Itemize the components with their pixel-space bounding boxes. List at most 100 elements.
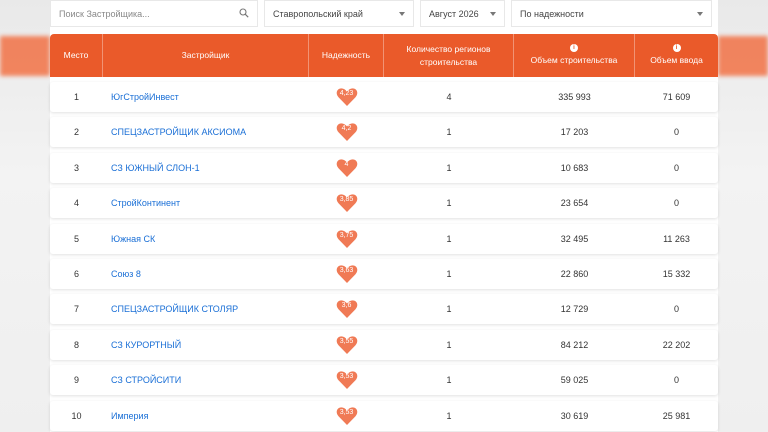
date-value: Август 2026 [429, 8, 479, 19]
header-place[interactable]: Место [50, 34, 103, 77]
table-row[interactable]: 4 СтройКонтинент 3,85 1 23 654 0 [50, 188, 718, 219]
search-input[interactable]: Поиск Застройщика... [50, 0, 258, 27]
row-commissioning-volume: 11 263 [663, 233, 690, 244]
header-commissioning-volume[interactable]: i Объем ввода [635, 34, 718, 77]
row-place: 8 [73, 339, 79, 350]
row-construction-volume: 335 993 [558, 92, 591, 102]
table-row[interactable]: 6 Союз 8 3,63 1 22 860 15 332 [50, 258, 718, 289]
chevron-down-icon [697, 12, 703, 16]
row-regions: 1 [446, 304, 452, 315]
date-select[interactable]: Август 2026 [420, 0, 505, 27]
row-place: 6 [73, 268, 79, 279]
row-commissioning-volume: 0 [673, 127, 679, 138]
developer-link[interactable]: Южная СК [103, 224, 309, 254]
heart-rating-icon: 3,85 [335, 192, 359, 214]
row-construction-volume: 59 025 [560, 375, 589, 386]
reliability-cell: 3,85 [309, 188, 384, 218]
row-place: 2 [73, 127, 79, 138]
developer-link[interactable]: СПЕЦЗАСТРОЙЩИК СТОЛЯР [103, 294, 309, 324]
row-regions: 1 [446, 127, 452, 138]
row-commissioning-volume: 0 [673, 162, 679, 173]
developer-link[interactable]: СЗ КУРОРТНЫЙ [103, 330, 309, 360]
reliability-cell: 4,23 [309, 82, 384, 112]
row-construction-volume: 12 729 [560, 304, 589, 315]
filter-bar: Поиск Застройщика... Ставропольский край… [50, 0, 718, 28]
sort-value: По надежности [520, 8, 584, 19]
row-construction-volume: 30 619 [560, 410, 589, 421]
rating-value: 4,23 [339, 90, 354, 97]
info-icon[interactable]: i [672, 44, 681, 53]
developer-link[interactable]: ЮгСтройИнвест [103, 82, 309, 112]
reliability-cell: 3,6 [309, 294, 384, 324]
row-construction-volume: 17 203 [560, 127, 589, 138]
rating-value: 3,75 [339, 231, 354, 239]
header-regions[interactable]: Количество регионов строительства [384, 34, 514, 77]
row-place: 5 [73, 233, 79, 244]
developer-link[interactable]: Союз 8 [103, 259, 309, 289]
region-value: Ставропольский край [273, 8, 363, 19]
row-regions: 1 [446, 268, 452, 279]
table-body: 1 ЮгСтройИнвест 4,23 4 335 993 71 609 2 … [50, 82, 718, 432]
reliability-cell: 4,2 [309, 117, 384, 147]
search-placeholder: Поиск Застройщика... [59, 8, 150, 19]
row-place: 7 [73, 304, 79, 315]
row-regions: 1 [446, 162, 452, 173]
developer-link[interactable]: СЗ СТРОЙСИТИ [103, 365, 309, 395]
reliability-cell: 3,53 [309, 401, 384, 431]
row-commissioning-volume: 0 [673, 198, 679, 209]
info-icon[interactable]: i [570, 44, 578, 53]
row-commissioning-volume: 25 981 [662, 410, 691, 421]
heart-rating-icon: 3,55 [335, 334, 359, 356]
row-commissioning-volume: 0 [673, 375, 679, 386]
header-construction-volume[interactable]: i Объем строительства [514, 34, 635, 77]
search-icon[interactable] [239, 8, 249, 18]
reliability-cell: 3,55 [309, 330, 384, 360]
heart-rating-icon: 3,53 [335, 405, 359, 427]
rating-value: 3,53 [339, 373, 354, 381]
table-row[interactable]: 9 СЗ СТРОЙСИТИ 3,53 1 59 025 0 [50, 365, 718, 396]
rating-value: 3,55 [339, 337, 354, 345]
table-row[interactable]: 10 Империя 3,53 1 30 619 25 981 [50, 400, 718, 431]
reliability-cell: 3,63 [309, 259, 384, 289]
table-row[interactable]: 2 СПЕЦЗАСТРОЙЩИК АКСИОМА 4,2 1 17 203 0 [50, 117, 718, 148]
row-regions: 4 [446, 92, 452, 102]
table-row[interactable]: 8 СЗ КУРОРТНЫЙ 3,55 1 84 212 22 202 [50, 329, 718, 360]
row-construction-volume: 23 654 [560, 198, 589, 209]
heart-rating-icon: 4 [335, 157, 359, 179]
header-edge-right [718, 36, 768, 76]
rating-value: 3,53 [339, 408, 354, 416]
table-row[interactable]: 7 СПЕЦЗАСТРОЙЩИК СТОЛЯР 3,6 1 12 729 0 [50, 294, 718, 325]
region-select[interactable]: Ставропольский край [264, 0, 414, 27]
row-commissioning-volume: 15 332 [662, 268, 691, 279]
developer-link[interactable]: Империя [103, 401, 309, 431]
reliability-cell: 4 [309, 153, 384, 183]
row-regions: 1 [446, 375, 452, 386]
table-row[interactable]: 1 ЮгСтройИнвест 4,23 4 335 993 71 609 [50, 82, 718, 112]
chevron-down-icon [490, 12, 496, 16]
row-regions: 1 [446, 233, 452, 244]
ranking-panel: Поиск Застройщика... Ставропольский край… [50, 0, 718, 432]
row-commissioning-volume: 22 202 [662, 339, 691, 350]
sort-select[interactable]: По надежности [511, 0, 712, 27]
developer-link[interactable]: СЗ ЮЖНЫЙ СЛОН-1 [103, 153, 309, 183]
header-reliability[interactable]: Надежность [309, 34, 384, 77]
table-row[interactable]: 5 Южная СК 3,75 1 32 495 11 263 [50, 223, 718, 254]
header-edge-left [0, 36, 50, 76]
row-place: 4 [73, 198, 79, 209]
rating-value: 3,63 [339, 266, 354, 274]
row-regions: 1 [446, 410, 452, 421]
developer-link[interactable]: СтройКонтинент [103, 188, 309, 218]
row-place: 3 [73, 162, 79, 173]
developer-link[interactable]: СПЕЦЗАСТРОЙЩИК АКСИОМА [103, 117, 309, 147]
chevron-down-icon [399, 12, 405, 16]
heart-rating-icon: 3,53 [335, 369, 359, 391]
heart-rating-icon: 4,23 [335, 86, 359, 108]
header-developer[interactable]: Застройщик [103, 34, 309, 77]
rating-value: 4 [344, 160, 349, 168]
heart-rating-icon: 4,2 [335, 121, 359, 143]
table-row[interactable]: 3 СЗ ЮЖНЫЙ СЛОН-1 4 1 10 683 0 [50, 152, 718, 183]
row-commissioning-volume: 0 [673, 304, 679, 315]
table-header: Место Застройщик Надежность Количество р… [50, 34, 718, 77]
row-place: 10 [71, 410, 82, 421]
row-construction-volume: 32 495 [560, 233, 589, 244]
